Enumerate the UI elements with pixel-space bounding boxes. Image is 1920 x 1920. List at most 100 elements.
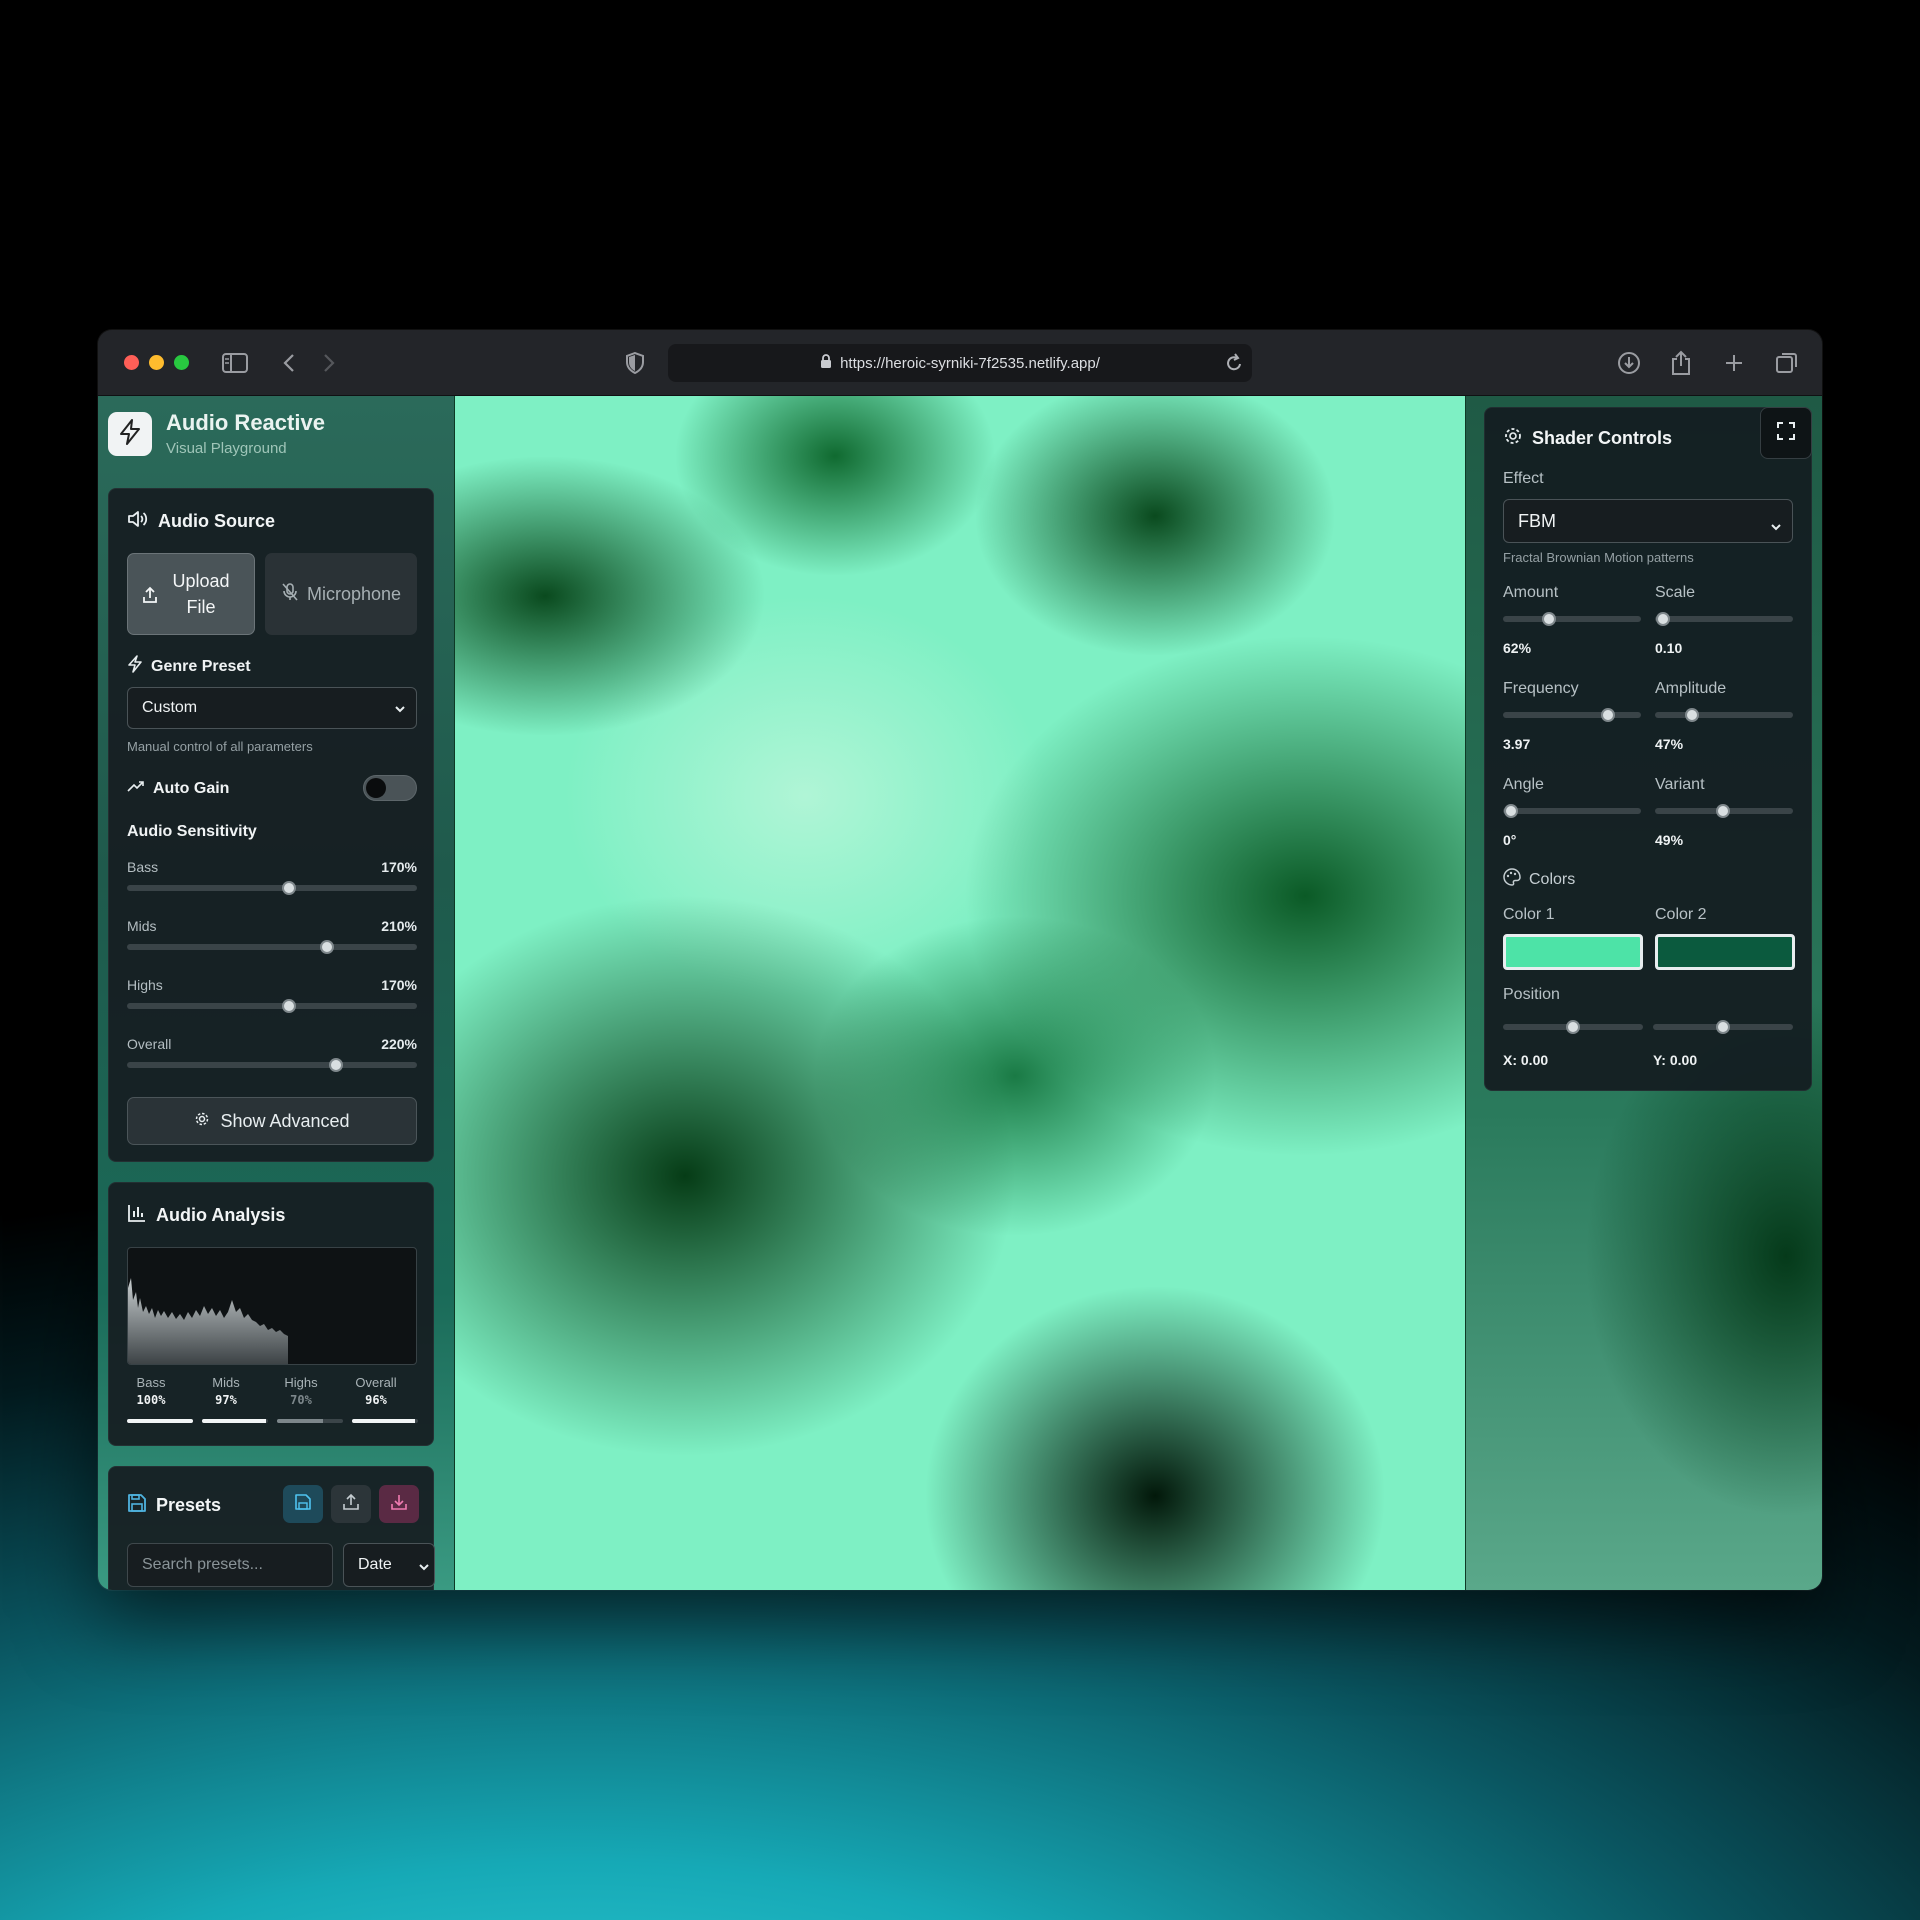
sensitivity-value: 220% — [381, 1036, 417, 1052]
browser-titlebar: https://heroic-syrniki-7f2535.netlify.ap… — [98, 330, 1822, 396]
search-presets-input[interactable]: Search presets... — [127, 1543, 333, 1587]
upload-icon — [142, 585, 158, 611]
slider-thumb[interactable] — [282, 999, 297, 1013]
app-logo — [108, 412, 152, 456]
slider-thumb[interactable] — [1715, 804, 1730, 818]
expand-icon — [1776, 421, 1796, 446]
slider-thumb[interactable] — [320, 940, 335, 954]
meter-fill — [202, 1419, 267, 1423]
shader-param-value: 47% — [1655, 736, 1684, 752]
effect-hint: Fractal Brownian Motion patterns — [1503, 550, 1694, 565]
shader-param-slider[interactable] — [1503, 612, 1641, 626]
upload-icon — [342, 1493, 360, 1516]
save-preset-button[interactable] — [283, 1485, 323, 1523]
sensitivity-slider[interactable] — [127, 1058, 417, 1072]
lightning-bolt-icon — [118, 418, 142, 450]
shader-param-label: Variant — [1655, 776, 1705, 793]
genre-preset-hint: Manual control of all parameters — [127, 739, 313, 754]
shader-param-slider[interactable] — [1655, 612, 1793, 626]
meter-bar — [352, 1419, 418, 1423]
slider-thumb[interactable] — [1600, 708, 1615, 722]
app-title: Audio Reactive — [166, 410, 325, 435]
lock-icon — [820, 353, 832, 373]
sensitivity-label: Highs — [127, 977, 163, 993]
audio-source-heading: Audio Source — [127, 509, 275, 534]
presets-card: Presets Search presets... Date — [108, 1466, 435, 1590]
share-icon[interactable] — [1666, 348, 1696, 378]
auto-gain-toggle[interactable] — [363, 775, 417, 801]
shader-param-slider[interactable] — [1503, 708, 1641, 722]
color1-swatch[interactable] — [1503, 934, 1643, 970]
sensitivity-label: Bass — [127, 859, 159, 875]
slider-thumb[interactable] — [1504, 804, 1519, 818]
upload-file-button[interactable]: Upload File — [127, 553, 255, 635]
microphone-off-icon — [281, 582, 307, 607]
slider-thumb[interactable] — [1685, 708, 1700, 722]
slider-thumb[interactable] — [282, 881, 297, 895]
color2-swatch[interactable] — [1655, 934, 1795, 970]
shader-param-label: Frequency — [1503, 680, 1579, 697]
meter-value: 97% — [215, 1393, 237, 1407]
position-y-value: Y: 0.00 — [1653, 1052, 1698, 1068]
back-arrow-icon[interactable] — [274, 348, 304, 378]
import-preset-button[interactable] — [379, 1485, 419, 1523]
shader-controls-panel: Shader Controls Effect FBM Fractal Brown… — [1484, 407, 1812, 1091]
browser-window: https://heroic-syrniki-7f2535.netlify.ap… — [98, 330, 1822, 1590]
position-y-slider[interactable] — [1653, 1020, 1793, 1034]
download-icon — [390, 1493, 408, 1516]
forward-arrow-icon[interactable] — [314, 348, 344, 378]
sensitivity-value: 170% — [381, 977, 417, 993]
zoom-window-button[interactable] — [174, 355, 189, 370]
reload-icon[interactable] — [1224, 352, 1244, 378]
fullscreen-button[interactable] — [1760, 407, 1812, 459]
effect-select[interactable]: FBM — [1503, 499, 1793, 543]
meter-fill — [127, 1419, 193, 1423]
microphone-button[interactable]: Microphone — [265, 553, 417, 635]
shader-param-label: Amplitude — [1655, 680, 1727, 697]
slider-thumb[interactable] — [1566, 1020, 1580, 1034]
spectrum-shape — [128, 1278, 288, 1364]
gear-icon — [1503, 426, 1532, 451]
sensitivity-slider[interactable] — [127, 881, 417, 895]
meter-fill — [352, 1419, 416, 1423]
lightning-icon — [127, 655, 151, 678]
minimize-window-button[interactable] — [149, 355, 164, 370]
address-bar[interactable]: https://heroic-syrniki-7f2535.netlify.ap… — [668, 344, 1252, 382]
tab-overview-icon[interactable] — [1772, 348, 1802, 378]
shader-param-slider[interactable] — [1655, 804, 1793, 818]
sensitivity-slider[interactable] — [127, 940, 417, 954]
bar-chart-icon — [127, 1203, 156, 1228]
shader-param-value: 0° — [1503, 832, 1517, 848]
colors-heading: Colors — [1503, 868, 1575, 891]
close-window-button[interactable] — [124, 355, 139, 370]
save-floppy-icon — [127, 1493, 156, 1518]
export-preset-button[interactable] — [331, 1485, 371, 1523]
shader-param-slider[interactable] — [1503, 804, 1641, 818]
downloads-icon[interactable] — [1614, 348, 1644, 378]
speaker-icon — [127, 509, 158, 534]
shader-param-label: Amount — [1503, 584, 1559, 601]
sensitivity-label: Overall — [127, 1036, 172, 1052]
shader-param-value: 49% — [1655, 832, 1684, 848]
genre-preset-select[interactable]: Custom — [127, 687, 417, 729]
audio-analysis-heading: Audio Analysis — [127, 1203, 285, 1228]
sidebar-toggle-icon[interactable] — [220, 348, 250, 378]
meter-value: 96% — [365, 1393, 387, 1407]
presets-heading: Presets — [127, 1493, 221, 1518]
meter-label: Mids — [212, 1375, 240, 1390]
privacy-shield-icon[interactable] — [620, 348, 650, 378]
show-advanced-button[interactable]: Show Advanced — [127, 1097, 417, 1145]
audio-analysis-card: Audio Analysis Bass 100% Mids 97% Highs 70% Ov… — [108, 1182, 434, 1446]
new-tab-plus-icon[interactable] — [1719, 348, 1749, 378]
slider-thumb[interactable] — [1656, 612, 1671, 626]
position-x-slider[interactable] — [1503, 1020, 1643, 1034]
shader-param-slider[interactable] — [1655, 708, 1793, 722]
presets-sort-select[interactable]: Date — [343, 1543, 435, 1587]
slider-thumb[interactable] — [1541, 612, 1556, 626]
slider-thumb[interactable] — [328, 1058, 343, 1072]
shader-canvas[interactable] — [454, 396, 1466, 1590]
color1-label: Color 1 — [1503, 906, 1555, 923]
slider-thumb[interactable] — [1716, 1020, 1730, 1034]
meter-bar — [277, 1419, 343, 1423]
sensitivity-slider[interactable] — [127, 999, 417, 1013]
